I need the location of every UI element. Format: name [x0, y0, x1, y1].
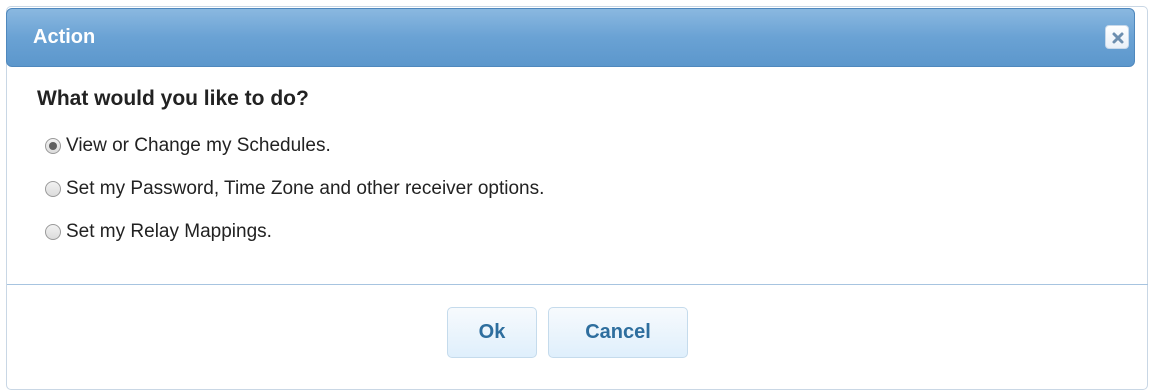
- radio-view-schedules[interactable]: [45, 138, 61, 154]
- radio-set-password[interactable]: [45, 181, 61, 197]
- close-button[interactable]: [1105, 25, 1129, 49]
- option-set-password[interactable]: Set my Password, Time Zone and other rec…: [45, 177, 544, 201]
- dialog-title: Action: [33, 26, 96, 48]
- ok-button[interactable]: Ok: [447, 307, 537, 358]
- option-label: Set my Relay Mappings.: [66, 221, 272, 242]
- option-view-schedules[interactable]: View or Change my Schedules.: [45, 134, 331, 158]
- radio-relay-mappings[interactable]: [45, 224, 61, 240]
- cancel-button[interactable]: Cancel: [548, 307, 688, 358]
- option-relay-mappings[interactable]: Set my Relay Mappings.: [45, 220, 272, 244]
- option-label: Set my Password, Time Zone and other rec…: [66, 178, 545, 199]
- dialog-titlebar[interactable]: Action: [6, 8, 1135, 67]
- close-icon: [1112, 32, 1124, 44]
- option-label: View or Change my Schedules.: [66, 135, 331, 156]
- dialog-question: What would you like to do?: [37, 87, 309, 110]
- button-pane-divider: [7, 284, 1148, 285]
